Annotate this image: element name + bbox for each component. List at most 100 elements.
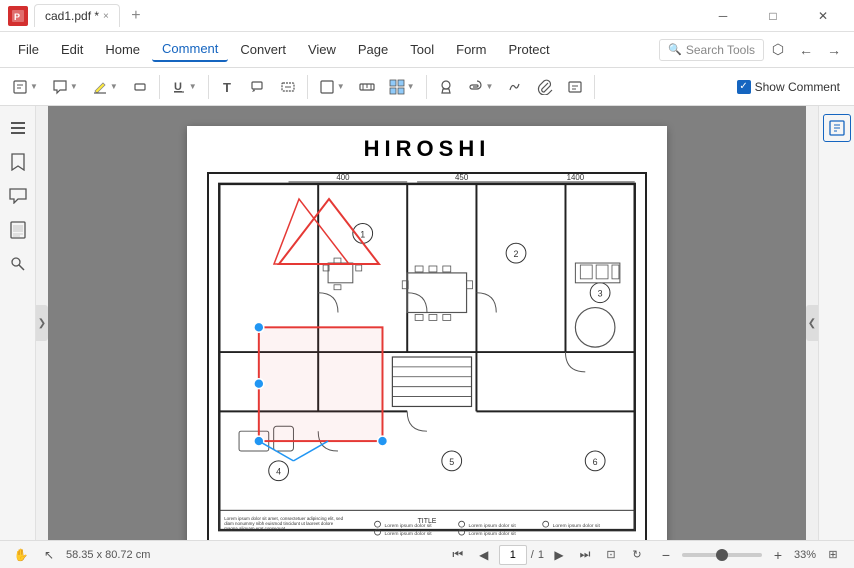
svg-text:450: 450 xyxy=(455,174,469,182)
svg-text:1400: 1400 xyxy=(567,174,585,182)
highlight-tool[interactable]: ▼ xyxy=(86,73,124,101)
callout-tool[interactable] xyxy=(244,73,272,101)
hand-tool[interactable]: ✋ xyxy=(10,544,32,566)
text-comment-tool[interactable]: ▼ xyxy=(46,73,84,101)
document-tab[interactable]: cad1.pdf * × xyxy=(34,4,120,27)
total-pages: 1 xyxy=(538,549,544,561)
stamp-tool[interactable] xyxy=(432,73,460,101)
measure-tool[interactable] xyxy=(353,73,381,101)
dropdown-caret: ▼ xyxy=(337,82,345,91)
separator xyxy=(208,75,209,99)
right-panel xyxy=(818,106,854,540)
svg-text:T: T xyxy=(223,80,231,95)
main-content: ❯ HIROSHI 400 450 1400 xyxy=(0,106,854,540)
pdf-viewer[interactable]: HIROSHI 400 450 1400 xyxy=(48,106,806,540)
zoom-out-button[interactable]: − xyxy=(656,545,676,565)
menu-file[interactable]: File xyxy=(8,38,49,61)
comment-list-tool[interactable] xyxy=(561,73,589,101)
pdf-page: HIROSHI 400 450 1400 xyxy=(187,126,667,540)
separator xyxy=(159,75,160,99)
svg-text:3: 3 xyxy=(598,289,603,299)
menu-comment[interactable]: Comment xyxy=(152,37,228,62)
window-controls: ─ □ ✕ xyxy=(700,1,846,31)
show-comment-label: Show Comment xyxy=(755,80,840,94)
share-icon[interactable]: ⬡ xyxy=(766,38,790,62)
dropdown-caret: ▼ xyxy=(110,82,118,91)
thumbnails-panel[interactable] xyxy=(4,216,32,244)
shape-tool[interactable]: ▼ xyxy=(313,73,351,101)
svg-text:Lorem ipsum dolor sit: Lorem ipsum dolor sit xyxy=(469,523,517,529)
svg-text:magna aliquam erat consequat.: magna aliquam erat consequat. xyxy=(224,526,286,531)
markup-tool[interactable]: ▼ xyxy=(383,73,421,101)
zoom-level: 33% xyxy=(794,549,816,561)
menu-tool[interactable]: Tool xyxy=(400,38,444,61)
page-number-input[interactable] xyxy=(499,545,527,565)
bookmarks-panel[interactable] xyxy=(4,148,32,176)
underline-tool[interactable]: U ▼ xyxy=(165,73,203,101)
zoom-in-button[interactable]: + xyxy=(768,545,788,565)
sticky-note-tool[interactable]: ▼ xyxy=(6,73,44,101)
minimize-button[interactable]: ─ xyxy=(700,1,746,31)
signature-tool[interactable] xyxy=(501,73,529,101)
rotate-button[interactable]: ↻ xyxy=(626,544,648,566)
last-page-button[interactable]: ⏭ xyxy=(574,544,596,566)
dropdown-caret: ▼ xyxy=(70,82,78,91)
menu-home[interactable]: Home xyxy=(95,38,150,61)
back-icon[interactable]: ← xyxy=(794,38,818,62)
menu-right-icons: ⬡ ← → xyxy=(766,38,846,62)
search-icon: 🔍 xyxy=(668,43,682,56)
menu-form[interactable]: Form xyxy=(446,38,496,61)
dropdown-caret: ▼ xyxy=(407,82,415,91)
forward-icon[interactable]: → xyxy=(822,38,846,62)
search-tools[interactable]: 🔍 Search Tools xyxy=(659,39,764,61)
sidebar-panel-toggle[interactable] xyxy=(4,114,32,142)
svg-text:Lorem ipsum dolor sit: Lorem ipsum dolor sit xyxy=(553,523,601,529)
prev-page-button[interactable]: ◀ xyxy=(473,544,495,566)
svg-text:1: 1 xyxy=(360,229,365,239)
comments-panel[interactable] xyxy=(4,182,32,210)
show-comment-toggle[interactable]: ✓ Show Comment xyxy=(729,77,848,97)
title-bar-left: P cad1.pdf * × + xyxy=(8,4,700,27)
tab-label: cad1.pdf * xyxy=(45,9,99,23)
zoom-slider-thumb[interactable] xyxy=(716,549,728,561)
svg-text:4: 4 xyxy=(276,467,281,477)
select-tool[interactable]: ↖ xyxy=(38,544,60,566)
dimensions-text: 58.35 x 80.72 cm xyxy=(66,549,150,561)
collapse-left-panel[interactable]: ❯ xyxy=(36,305,48,341)
menu-protect[interactable]: Protect xyxy=(498,38,559,61)
next-page-button[interactable]: ▶ xyxy=(548,544,570,566)
attach-tool[interactable]: ▼ xyxy=(462,73,500,101)
first-page-button[interactable]: ⏮ xyxy=(447,544,469,566)
svg-text:U: U xyxy=(174,81,182,93)
separator xyxy=(307,75,308,99)
menu-view[interactable]: View xyxy=(298,38,346,61)
show-comment-checkbox: ✓ xyxy=(737,80,751,94)
collapse-right-panel[interactable]: ❮ xyxy=(806,305,818,341)
search-panel[interactable] xyxy=(4,250,32,278)
tab-close-icon[interactable]: × xyxy=(103,11,109,22)
fit-page-button[interactable]: ⊡ xyxy=(600,544,622,566)
new-tab-button[interactable]: + xyxy=(126,6,146,26)
paperclip-tool[interactable] xyxy=(531,73,559,101)
dropdown-caret: ▼ xyxy=(486,82,494,91)
page-separator: / xyxy=(531,549,534,561)
menu-page[interactable]: Page xyxy=(348,38,398,61)
search-placeholder: Search Tools xyxy=(686,43,755,57)
text-tool[interactable]: T xyxy=(214,73,242,101)
zoom-slider[interactable] xyxy=(682,553,762,557)
textfield-tool[interactable] xyxy=(274,73,302,101)
eraser-tool[interactable] xyxy=(126,73,154,101)
title-bar: P cad1.pdf * × + ─ □ ✕ xyxy=(0,0,854,32)
left-sidebar xyxy=(0,106,36,540)
page-navigation: ⏮ ◀ / 1 ▶ ⏭ ⊡ ↻ xyxy=(447,544,648,566)
right-panel-icon[interactable] xyxy=(823,114,851,142)
maximize-button[interactable]: □ xyxy=(750,1,796,31)
fit-width-button[interactable]: ⊞ xyxy=(822,544,844,566)
floor-plan: 400 450 1400 1 xyxy=(207,172,647,540)
menu-edit[interactable]: Edit xyxy=(51,38,93,61)
close-button[interactable]: ✕ xyxy=(800,1,846,31)
menu-bar: File Edit Home Comment Convert View Page… xyxy=(0,32,854,68)
menu-convert[interactable]: Convert xyxy=(230,38,296,61)
toolbar: ▼ ▼ ▼ U ▼ T ▼ ▼ ▼ xyxy=(0,68,854,106)
separator xyxy=(426,75,427,99)
